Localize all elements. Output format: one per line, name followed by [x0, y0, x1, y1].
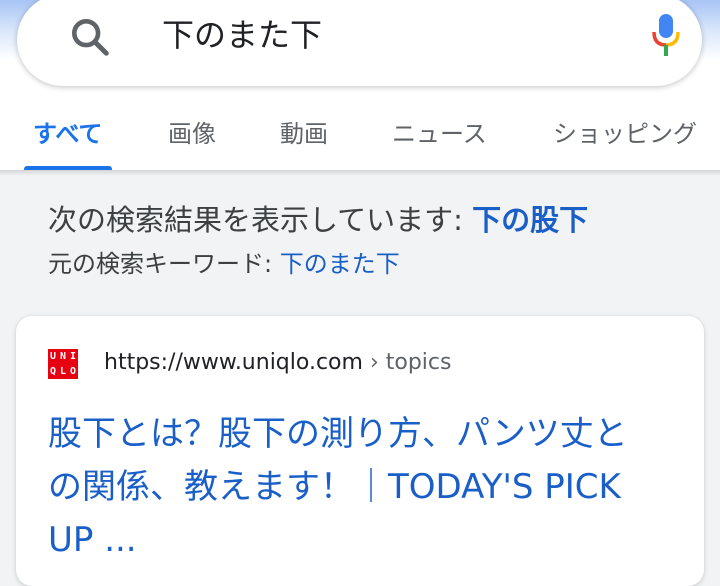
original-query-line: 元の検索キーワード: 下のまた下	[48, 246, 400, 282]
original-query-label: 元の検索キーワード:	[48, 250, 280, 278]
result-breadcrumb: › topics	[362, 350, 452, 375]
search-result-card: UNI QLO https://www.uniqlo.com › topics …	[16, 316, 704, 586]
result-title-link[interactable]: 股下とは？股下の測り方、パンツ丈との関係、教えます！｜TODAY'S PICK …	[48, 408, 658, 567]
tabs-divider	[0, 170, 720, 176]
original-query-link[interactable]: 下のまた下	[280, 250, 400, 278]
uniqlo-logo-icon: UNI QLO	[48, 349, 78, 379]
showing-results-label: 次の検索結果を表示しています:	[48, 203, 473, 237]
search-input[interactable]: 下のまた下	[162, 12, 322, 58]
tab-shopping[interactable]: ショッピング	[553, 114, 697, 149]
result-domain: https://www.uniqlo.com	[104, 350, 363, 375]
search-tabs: すべて 画像 動画 ニュース ショッピング	[0, 100, 720, 170]
tab-all[interactable]: すべて	[33, 114, 102, 149]
tab-videos[interactable]: 動画	[280, 114, 328, 149]
spelling-correction: 次の検索結果を表示しています: 下の股下	[48, 198, 588, 242]
search-icon[interactable]	[67, 14, 113, 60]
corrected-query-link[interactable]: 下の股下	[472, 203, 588, 237]
result-url[interactable]: https://www.uniqlo.com › topics	[104, 346, 451, 380]
tab-images[interactable]: 画像	[168, 114, 216, 149]
mic-icon[interactable]	[649, 12, 683, 58]
tab-news[interactable]: ニュース	[392, 114, 487, 149]
search-box[interactable]: 下のまた下	[17, 0, 702, 86]
